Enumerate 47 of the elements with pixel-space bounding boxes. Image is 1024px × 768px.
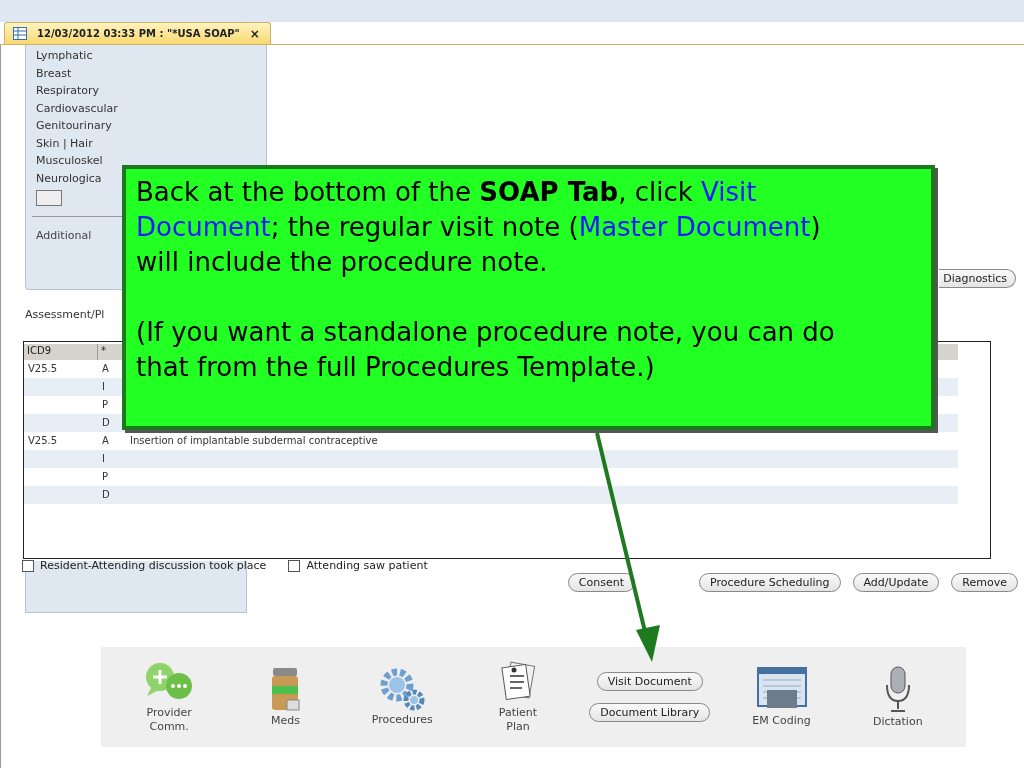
table-cell-text: I bbox=[101, 452, 106, 466]
toolbar-button[interactable]: Procedures bbox=[356, 667, 447, 727]
additional-label: Additional bbox=[36, 229, 93, 242]
toolbar-button[interactable]: Dictation bbox=[852, 665, 943, 729]
toolbar-button[interactable]: Provider Comm. bbox=[124, 660, 215, 734]
table-cell-text: Insertion of implantable subdermal contraceptive bbox=[129, 434, 379, 448]
close-button[interactable]: × bbox=[249, 26, 260, 41]
table-row[interactable]: I bbox=[24, 450, 958, 468]
table-cell-text: V25.5 bbox=[27, 434, 59, 448]
table-cell-text: A bbox=[101, 362, 110, 376]
action-button[interactable]: Remove bbox=[951, 573, 1018, 592]
checkbox-label: Attending saw patient bbox=[306, 559, 428, 572]
system-item[interactable]: Genitourinary bbox=[36, 117, 112, 135]
checkbox-label: Resident-Attending discussion took place bbox=[40, 559, 267, 572]
callout-text: Back at the bottom of the SOAP Tab, click Visit Document; the regular visit note (Master Document) will include the procedure note. bbox=[136, 176, 822, 279]
callout-text: (If you want a standalone procedure note, you can do that from the full Procedures Template.) bbox=[136, 316, 836, 384]
table-cell-text: I bbox=[101, 380, 106, 394]
system-item[interactable]: Neurologica bbox=[36, 169, 102, 187]
action-button[interactable]: Procedure Scheduling bbox=[698, 573, 841, 592]
toolbar-button[interactable]: Patient Plan bbox=[473, 660, 563, 734]
table-row[interactable]: D bbox=[24, 486, 958, 504]
system-item[interactable]: Lymphatic bbox=[36, 47, 93, 65]
pill-bottle-icon bbox=[269, 666, 302, 712]
system-item[interactable]: Respiratory bbox=[36, 82, 100, 100]
system-item[interactable]: Cardiovascular bbox=[36, 99, 118, 117]
system-item[interactable]: Musculoskel bbox=[36, 152, 103, 170]
document-button[interactable]: Document Library bbox=[589, 703, 711, 722]
document-button[interactable]: Visit Document bbox=[596, 672, 703, 691]
column-header[interactable]: ICD9 bbox=[24, 344, 98, 360]
table-cell-text: P bbox=[101, 398, 110, 412]
system-item[interactable]: Breast bbox=[36, 64, 72, 82]
system-item[interactable]: Skin | Hair bbox=[36, 134, 93, 152]
table-icon bbox=[13, 27, 27, 40]
table-cell-text: V25.5 bbox=[27, 362, 59, 376]
table-cell-text: D bbox=[101, 416, 111, 430]
table-cell-text: D bbox=[101, 488, 111, 502]
tab-title: 12/03/2012 03:33 PM : "*USA SOAP" bbox=[37, 28, 240, 39]
table-cell-text: A bbox=[101, 434, 110, 448]
document-tab[interactable]: 12/03/2012 03:33 PM : "*USA SOAP" × bbox=[4, 22, 271, 44]
action-button[interactable]: Consent bbox=[567, 573, 635, 592]
scrollbar-thumb[interactable] bbox=[36, 190, 62, 206]
toolbar-button[interactable]: EM Coding bbox=[736, 666, 827, 728]
action-button[interactable]: Add/Update bbox=[852, 573, 940, 592]
section-label: Assessment/Pl bbox=[25, 308, 106, 321]
diagnostics-button[interactable]: Diagnostics bbox=[939, 269, 1016, 288]
toolbar-button[interactable]: Meds bbox=[240, 666, 331, 728]
table-cell-text: P bbox=[101, 470, 110, 484]
